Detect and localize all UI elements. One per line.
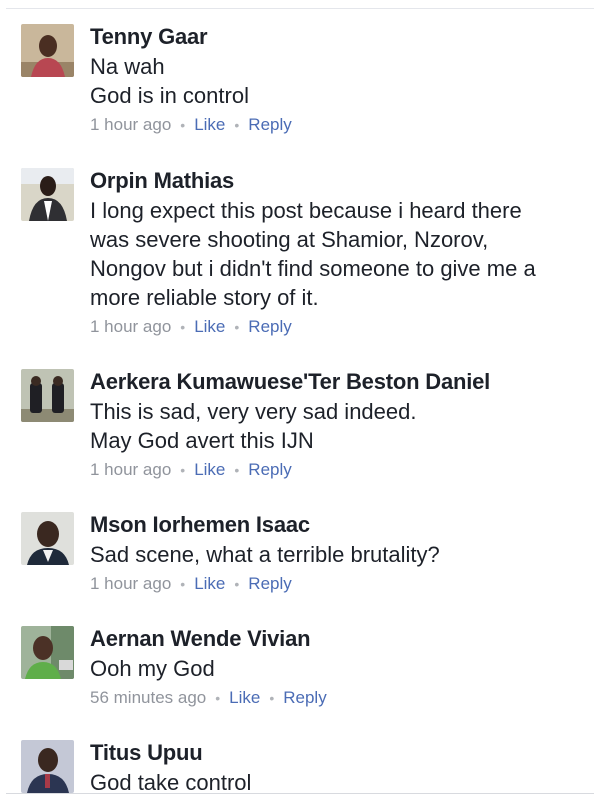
bottom-divider (6, 793, 594, 794)
separator: • (234, 117, 240, 133)
commenter-name[interactable]: Aerkera Kumawuese'Ter Beston Daniel (90, 367, 590, 397)
timestamp: 1 hour ago (90, 115, 172, 134)
separator: • (269, 690, 275, 706)
avatar[interactable] (21, 626, 74, 679)
separator: • (180, 462, 186, 478)
commenter-name[interactable]: Titus Upuu (90, 738, 590, 768)
separator: • (215, 690, 221, 706)
timestamp: 1 hour ago (90, 460, 172, 479)
comment-text: Ooh my God (90, 656, 215, 681)
comment-text: Sad scene, what a terrible brutality? (90, 542, 440, 567)
like-link[interactable]: Like (194, 574, 225, 593)
comment-meta: 1 hour ago • Like • Reply (90, 114, 590, 136)
timestamp: 1 hour ago (90, 317, 172, 336)
separator: • (180, 576, 186, 592)
comment-meta: 1 hour ago • Like • Reply (90, 459, 590, 481)
avatar[interactable] (21, 24, 74, 77)
comment-text: I long expect this post because i heard … (90, 198, 522, 223)
timestamp: 1 hour ago (90, 574, 172, 593)
commenter-name[interactable]: Orpin Mathias (90, 166, 590, 196)
reply-link[interactable]: Reply (248, 115, 291, 134)
timestamp: 56 minutes ago (90, 688, 207, 707)
reply-link[interactable]: Reply (283, 688, 326, 707)
reply-link[interactable]: Reply (248, 460, 291, 479)
like-link[interactable]: Like (194, 115, 225, 134)
commenter-name[interactable]: Tenny Gaar (90, 22, 590, 52)
avatar[interactable] (21, 168, 74, 221)
reply-link[interactable]: Reply (248, 317, 291, 336)
commenter-name[interactable]: Mson Iorhemen Isaac (90, 510, 590, 540)
reply-link[interactable]: Reply (248, 574, 291, 593)
comment-text: Nongov but i didn't find someone to give… (90, 256, 536, 281)
comment-meta: 56 minutes ago • Like • Reply (90, 687, 590, 709)
comment-meta: 1 hour ago • Like • Reply (90, 316, 590, 338)
like-link[interactable]: Like (194, 317, 225, 336)
comment-text: God is in control (90, 83, 249, 108)
comment-text: more reliable story of it. (90, 285, 319, 310)
top-divider (6, 8, 594, 9)
separator: • (180, 319, 186, 335)
avatar[interactable] (21, 369, 74, 422)
comment-text: May God avert this IJN (90, 428, 314, 453)
avatar[interactable] (21, 740, 74, 793)
separator: • (234, 462, 240, 478)
like-link[interactable]: Like (229, 688, 260, 707)
like-link[interactable]: Like (194, 460, 225, 479)
separator: • (234, 576, 240, 592)
commenter-name[interactable]: Aernan Wende Vivian (90, 624, 590, 654)
comment-text: Na wah (90, 54, 165, 79)
comment-text: This is sad, very very sad indeed. (90, 399, 417, 424)
comment-text: was severe shooting at Shamior, Nzorov, (90, 227, 489, 252)
avatar[interactable] (21, 512, 74, 565)
comment-meta: 1 hour ago • Like • Reply (90, 573, 590, 595)
separator: • (180, 117, 186, 133)
separator: • (234, 319, 240, 335)
